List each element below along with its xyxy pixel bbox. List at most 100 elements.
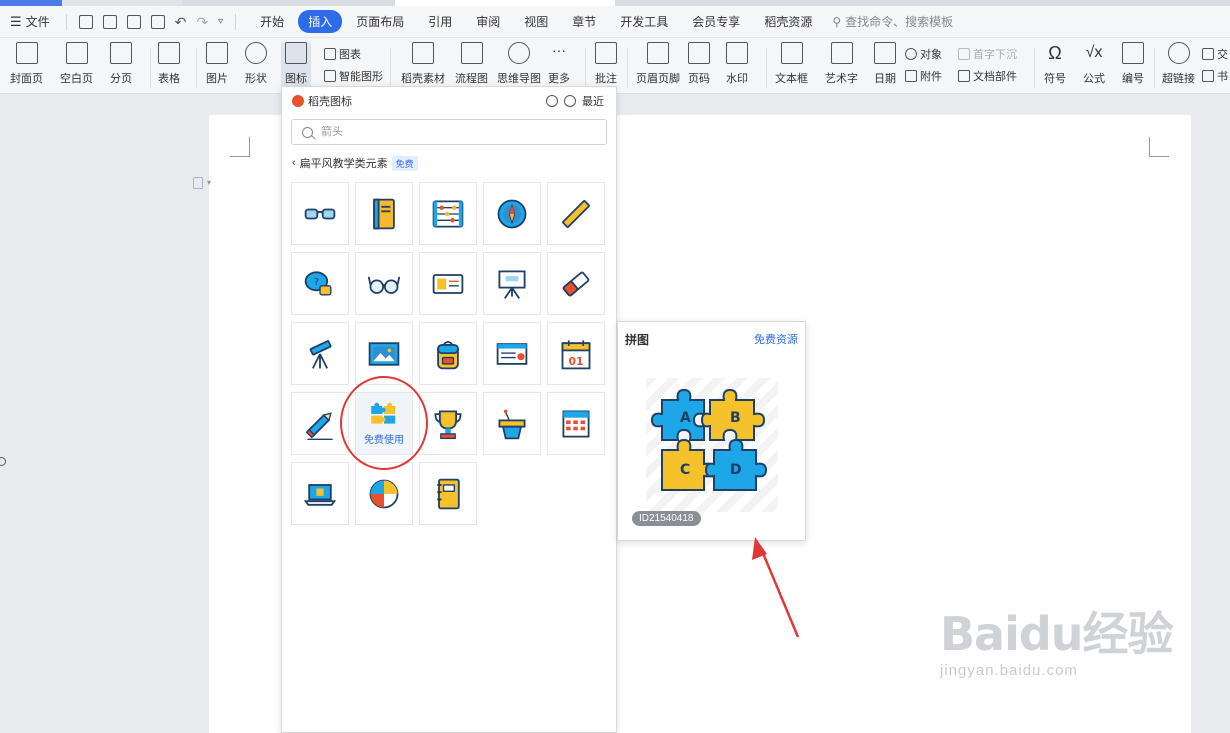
tab-member[interactable]: 会员专享 bbox=[682, 10, 750, 33]
page-break-button[interactable]: 分页 bbox=[110, 42, 132, 86]
smartart-label: 智能图形 bbox=[339, 71, 383, 83]
chart-label: 图表 bbox=[339, 49, 361, 61]
cover-page-button[interactable]: 封面页 bbox=[10, 42, 43, 86]
bookmark-label: 书 bbox=[1217, 71, 1228, 83]
free-resources-link[interactable]: 免费资源 bbox=[754, 331, 798, 347]
icon-cell-globe[interactable] bbox=[355, 462, 413, 525]
tab-home[interactable]: 开始 bbox=[250, 10, 294, 33]
flowchart-button[interactable]: 流程图 bbox=[455, 42, 488, 86]
icon-cell-laptop[interactable] bbox=[291, 462, 349, 525]
redo-icon[interactable]: ↷ bbox=[196, 15, 208, 29]
icon-search-input[interactable] bbox=[321, 126, 581, 138]
divider bbox=[1034, 48, 1035, 88]
tab-page-layout[interactable]: 页面布局 bbox=[346, 10, 414, 33]
mindmap-button[interactable]: 思维导图 bbox=[497, 42, 541, 86]
export-pdf-icon[interactable] bbox=[102, 14, 117, 29]
header-footer-button[interactable]: 页眉页脚 bbox=[636, 42, 680, 86]
bookmark-button[interactable]: 书 bbox=[1202, 68, 1228, 84]
page-break-icon bbox=[110, 42, 132, 64]
attachment-label: 附件 bbox=[920, 71, 942, 83]
chevron-down-icon[interactable]: ▾ bbox=[207, 178, 211, 187]
more-label: 更多 bbox=[548, 73, 570, 85]
tab-view[interactable]: 视图 bbox=[514, 10, 558, 33]
hyperlink-button[interactable]: 超链接 bbox=[1162, 42, 1195, 86]
blank-page-icon bbox=[65, 42, 88, 64]
blank-page-button[interactable]: 空白页 bbox=[60, 42, 93, 86]
id-card-icon bbox=[432, 273, 464, 294]
mindmap-label: 思维导图 bbox=[497, 73, 541, 85]
attachment-button[interactable]: 附件 bbox=[905, 68, 942, 84]
icon-cell-round-glasses[interactable] bbox=[355, 252, 413, 315]
icon-cell-telescope[interactable] bbox=[291, 322, 349, 385]
icon-cell-abacus[interactable] bbox=[419, 182, 477, 245]
icon-cell-notebook[interactable] bbox=[419, 462, 477, 525]
smartart-button[interactable]: 智能图形 bbox=[324, 68, 383, 84]
picture-button[interactable]: 图片 bbox=[206, 42, 228, 86]
cross-reference-button[interactable]: 交 bbox=[1202, 46, 1228, 62]
icon-cell-certificate[interactable] bbox=[483, 322, 541, 385]
numbering-button[interactable]: 编号 bbox=[1122, 42, 1144, 86]
paragraph-options-icon[interactable] bbox=[193, 177, 203, 189]
icon-cell-eraser[interactable] bbox=[547, 252, 605, 315]
page-number-button[interactable]: 页码 bbox=[688, 42, 710, 86]
table-icon bbox=[158, 42, 180, 64]
comment-button[interactable]: 批注 bbox=[595, 42, 617, 86]
more-button[interactable]: ··· 更多 bbox=[548, 42, 570, 86]
icon-cell-book[interactable] bbox=[355, 182, 413, 245]
docer-material-button[interactable]: 稻壳素材 bbox=[401, 42, 445, 86]
symbol-button[interactable]: Ω 符号 bbox=[1044, 42, 1066, 86]
icon-cell-calculator[interactable] bbox=[547, 392, 605, 455]
comment-label: 批注 bbox=[595, 73, 617, 85]
breadcrumb[interactable]: ‹ 扁平风教学类元素 免费 bbox=[292, 155, 418, 171]
icon-cell-easel[interactable] bbox=[483, 252, 541, 315]
recent-link[interactable]: 最近 bbox=[582, 93, 604, 109]
icon-cell-id-card[interactable] bbox=[419, 252, 477, 315]
print-icon[interactable] bbox=[126, 14, 141, 29]
icon-cell-calendar[interactable]: 01 bbox=[547, 322, 605, 385]
chevron-left-icon[interactable]: ‹ bbox=[292, 157, 296, 169]
round-glasses-icon bbox=[367, 276, 401, 294]
textbox-button[interactable]: 文本框 bbox=[775, 42, 808, 86]
icon-cell-ruler[interactable] bbox=[547, 182, 605, 245]
tab-section[interactable]: 章节 bbox=[562, 10, 606, 33]
object-button[interactable]: 对象 bbox=[905, 46, 942, 62]
icon-cell-compass[interactable] bbox=[483, 182, 541, 245]
wordart-button[interactable]: 艺术字 bbox=[825, 42, 858, 86]
cross-reference-icon bbox=[1202, 48, 1214, 60]
command-search-placeholder: 查找命令、搜索模板 bbox=[845, 15, 954, 29]
icon-cell-glasses[interactable] bbox=[291, 182, 349, 245]
tab-review[interactable]: 审阅 bbox=[466, 10, 510, 33]
header-footer-label: 页眉页脚 bbox=[636, 73, 680, 85]
link-icon bbox=[1167, 42, 1190, 64]
resource-id-badge: ID21540418 bbox=[632, 511, 701, 526]
clock-icon[interactable] bbox=[564, 95, 576, 107]
dropcap-button[interactable]: 首字下沉 bbox=[958, 46, 1017, 62]
command-search[interactable]: ⚲ 查找命令、搜索模板 bbox=[832, 13, 953, 30]
icon-cell-podium[interactable] bbox=[483, 392, 541, 455]
tab-insert[interactable]: 插入 bbox=[298, 10, 343, 33]
calculator-icon bbox=[562, 410, 590, 437]
dropcap-icon bbox=[958, 48, 970, 60]
print-preview-icon[interactable] bbox=[150, 14, 165, 29]
date-button[interactable]: 日期 bbox=[874, 42, 896, 86]
save-icon[interactable] bbox=[78, 14, 93, 29]
feedback-icon[interactable] bbox=[546, 95, 558, 107]
icon-cell-backpack[interactable] bbox=[419, 322, 477, 385]
divider bbox=[235, 13, 237, 30]
watermark-button[interactable]: 水印 bbox=[726, 42, 748, 86]
customize-dropdown-icon[interactable]: ▿ bbox=[218, 15, 223, 29]
undo-icon[interactable]: ↶ bbox=[175, 15, 187, 29]
table-button[interactable]: 表格 bbox=[158, 42, 180, 86]
shape-button[interactable]: 形状 bbox=[245, 42, 267, 86]
icon-button[interactable]: 图标 bbox=[281, 42, 311, 88]
doc-parts-button[interactable]: 文档部件 bbox=[958, 68, 1017, 84]
watermark-main-text: Baidu经验 bbox=[940, 607, 1174, 661]
tab-references[interactable]: 引用 bbox=[418, 10, 462, 33]
chart-button[interactable]: 图表 bbox=[324, 46, 361, 62]
tab-docer-resources[interactable]: 稻壳资源 bbox=[754, 10, 822, 33]
tab-developer[interactable]: 开发工具 bbox=[610, 10, 678, 33]
icon-cell-chat-lock[interactable]: ? bbox=[291, 252, 349, 315]
formula-button[interactable]: √x 公式 bbox=[1083, 42, 1105, 86]
divider bbox=[390, 48, 391, 88]
file-menu-button[interactable]: ☰ 文件 bbox=[0, 13, 60, 30]
